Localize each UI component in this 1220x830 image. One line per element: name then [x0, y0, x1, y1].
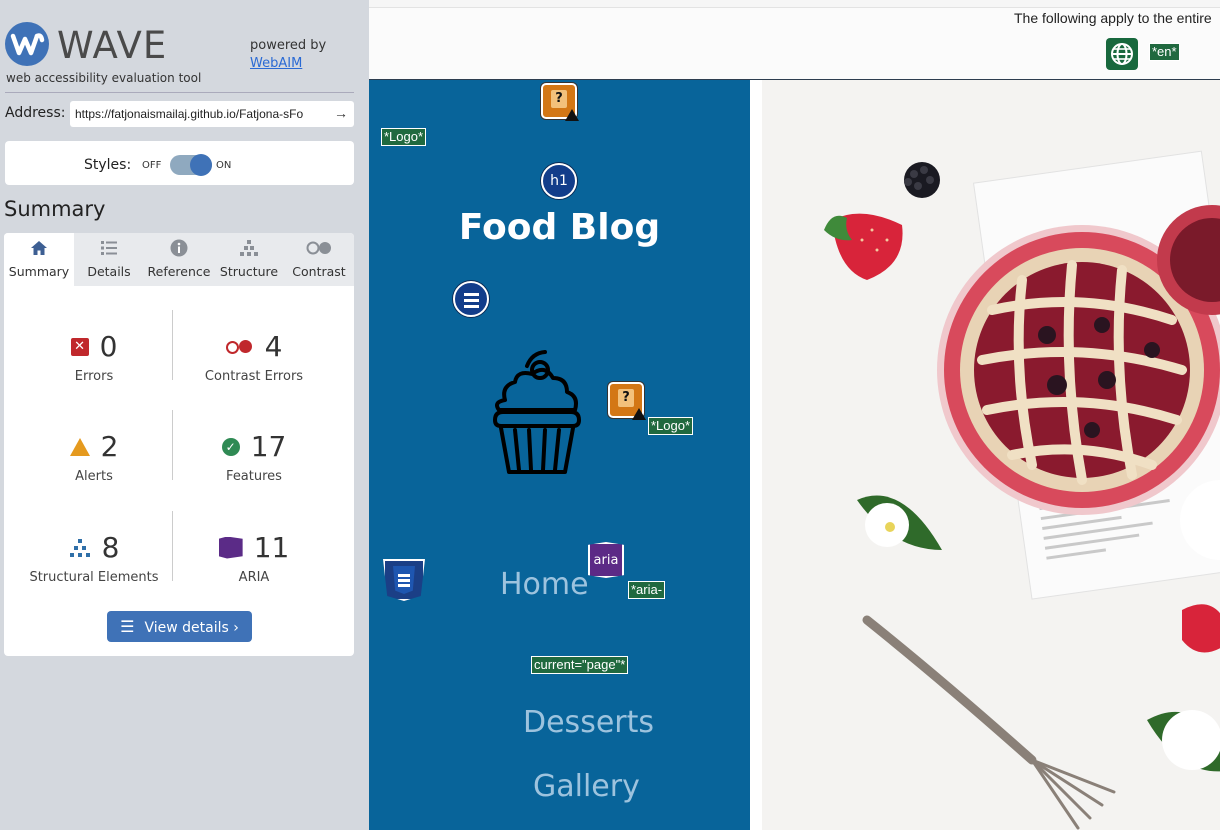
- tab-structure[interactable]: Structure: [214, 233, 284, 286]
- tab-summary[interactable]: Summary: [4, 233, 74, 286]
- structure-icon: [69, 533, 91, 563]
- hero-image: [762, 80, 1220, 830]
- html5-icon[interactable]: [383, 559, 425, 601]
- wave-logo-icon: [5, 22, 49, 66]
- alert-icon: [69, 437, 90, 456]
- info-icon: [144, 239, 214, 261]
- stat-aria[interactable]: 11 ARIA: [170, 532, 338, 585]
- address-input[interactable]: https://fatjonaismailaj.github.io/Fatjon…: [70, 101, 354, 127]
- list-icon: [74, 239, 144, 261]
- logo-tag[interactable]: *Logo*: [648, 417, 694, 435]
- contrast-error-icon: [225, 339, 254, 354]
- question-mark-icon: ?: [551, 90, 567, 108]
- styles-off-label: OFF: [142, 160, 162, 171]
- errors-label: Errors: [74, 369, 114, 384]
- list-line: [398, 579, 410, 582]
- checkmark-icon: ✓: [221, 437, 240, 456]
- features-count: 17: [250, 429, 287, 463]
- blog-title: Food Blog: [458, 207, 661, 248]
- wave-title: WAVE: [57, 24, 168, 67]
- list-line: [464, 305, 479, 308]
- contrast-errors-count: 4: [264, 329, 283, 363]
- stat-contrast-errors[interactable]: 4 Contrast Errors: [170, 331, 338, 384]
- structure-icon: [214, 239, 284, 261]
- summary-heading: Summary: [4, 197, 106, 221]
- warning-icon: [565, 109, 579, 121]
- tab-details[interactable]: Details: [74, 233, 144, 286]
- home-icon: [4, 239, 74, 261]
- webaim-link[interactable]: WebAIM: [250, 56, 326, 71]
- list-icon: ☰: [120, 617, 135, 636]
- structural-count: 8: [101, 530, 120, 564]
- warning-icon: [632, 408, 646, 420]
- tab-label: Summary: [8, 264, 70, 279]
- alerts-label: Alerts: [75, 469, 113, 484]
- list-line: [464, 293, 479, 296]
- stat-alerts[interactable]: 2 Alerts: [10, 431, 178, 484]
- nav-link-gallery[interactable]: Gallery: [533, 769, 640, 804]
- tab-label: Contrast: [292, 264, 346, 279]
- tab-contrast[interactable]: Contrast: [284, 233, 354, 286]
- globe-icon[interactable]: [1106, 38, 1138, 70]
- styles-toggle[interactable]: [170, 154, 212, 176]
- question-mark-icon: ?: [618, 389, 634, 407]
- alt-unknown-icon[interactable]: ?: [541, 83, 579, 121]
- pie-photo: [762, 80, 1220, 830]
- language-tag[interactable]: *en*: [1149, 43, 1180, 61]
- structural-label: Structural Elements: [29, 570, 159, 585]
- unordered-list-icon[interactable]: [453, 281, 489, 317]
- site-nav: ? *Logo* h1 Food Blog ? *Logo* Home aria…: [369, 80, 750, 830]
- aria-count: 11: [253, 530, 290, 564]
- tab-label: Details: [87, 264, 131, 279]
- stat-features[interactable]: ✓ 17 Features: [170, 431, 338, 484]
- stat-errors[interactable]: ✕ 0 Errors: [10, 331, 178, 384]
- powered-by-text: powered by: [250, 38, 327, 53]
- aria-label: ARIA: [238, 570, 270, 585]
- tab-bar: Summary Details Reference Structure Cont…: [4, 233, 354, 286]
- aria-badge-icon[interactable]: aria: [588, 542, 624, 578]
- view-details-label: View details ›: [144, 620, 239, 636]
- heading-h1-icon[interactable]: h1: [541, 163, 577, 199]
- language-bar: The following apply to the entire *en*: [369, 8, 1220, 80]
- divider: [5, 92, 354, 93]
- powered-by: powered by WebAIM: [250, 38, 326, 71]
- contrast-errors-label: Contrast Errors: [204, 369, 304, 384]
- cupcake-logo-icon[interactable]: [487, 348, 587, 476]
- summary-panel: Summary Details Reference Structure Cont…: [4, 233, 354, 656]
- tab-reference[interactable]: Reference: [144, 233, 214, 286]
- alt-unknown-icon[interactable]: ?: [608, 382, 646, 420]
- logo-tag[interactable]: *Logo*: [381, 128, 427, 146]
- alerts-count: 2: [100, 429, 119, 463]
- aria-current-tag-cont[interactable]: current="page"*: [531, 656, 629, 674]
- language-notice: The following apply to the entire: [1014, 10, 1212, 26]
- tab-label: Reference: [147, 264, 211, 279]
- toggle-knob: [190, 154, 212, 176]
- list-line: [464, 299, 479, 302]
- view-details-button[interactable]: ☰ View details ›: [107, 611, 252, 642]
- error-icon: ✕: [70, 337, 89, 356]
- aria-icon: [218, 536, 243, 559]
- tab-label: Structure: [219, 264, 279, 279]
- features-label: Features: [226, 469, 282, 484]
- arrow-right-icon[interactable]: →: [334, 105, 348, 121]
- contrast-icon: [284, 239, 354, 261]
- stat-structural[interactable]: 8 Structural Elements: [10, 532, 178, 585]
- errors-count: 0: [99, 329, 118, 363]
- page-preview: The following apply to the entire *en* ?…: [369, 8, 1220, 830]
- styles-label: Styles:: [84, 157, 132, 173]
- wave-sidebar: WAVE web accessibility evaluation tool p…: [0, 0, 369, 830]
- nav-link-home[interactable]: Home: [500, 567, 589, 602]
- address-value: https://fatjonaismailaj.github.io/Fatjon…: [75, 107, 304, 121]
- address-label: Address:: [5, 105, 66, 121]
- styles-on-label: ON: [216, 160, 232, 171]
- list-line: [398, 574, 410, 577]
- aria-current-tag[interactable]: *aria-: [628, 581, 666, 599]
- nav-link-desserts[interactable]: Desserts: [523, 705, 654, 740]
- html5-shield: [393, 566, 415, 594]
- wave-subtitle: web accessibility evaluation tool: [6, 71, 202, 85]
- list-line: [398, 584, 410, 587]
- styles-panel: Styles: OFF ON: [5, 141, 354, 185]
